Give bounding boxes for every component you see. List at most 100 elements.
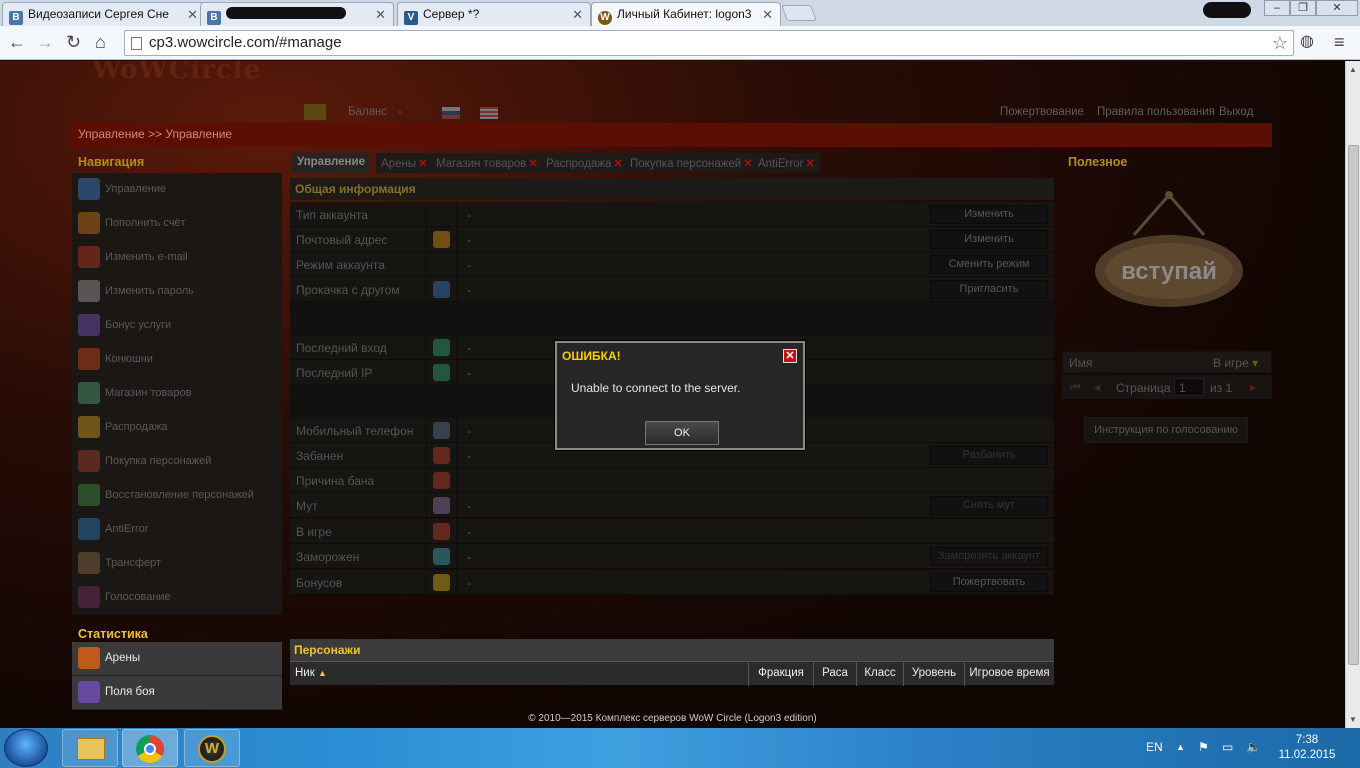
close-icon[interactable]: ✕ bbox=[805, 158, 815, 170]
close-icon[interactable]: ✕ bbox=[762, 7, 773, 23]
col-faction[interactable]: Фракция bbox=[748, 662, 813, 686]
first-page-icon[interactable]: ⏮ bbox=[1070, 380, 1081, 395]
col-level[interactable]: Уровень bbox=[903, 662, 964, 686]
next-page-icon[interactable]: ▸ bbox=[1250, 380, 1256, 394]
explorer-taskbar-button[interactable] bbox=[62, 729, 118, 767]
extension-icon[interactable]: ◍ bbox=[1300, 32, 1314, 52]
info-action-button[interactable]: Изменить bbox=[930, 205, 1048, 224]
statistics-panel: Статистика Арены Поля боя bbox=[72, 626, 282, 712]
start-button[interactable] bbox=[4, 729, 48, 767]
chrome-taskbar-button[interactable] bbox=[122, 729, 178, 767]
sidebar-item[interactable]: Изменить пароль bbox=[72, 275, 282, 309]
maximize-button[interactable]: ❐ bbox=[1290, 0, 1316, 16]
address-bar[interactable]: cp3.wowcircle.com/#manage ☆ bbox=[124, 30, 1294, 56]
russian-flag-icon[interactable] bbox=[442, 107, 460, 119]
us-flag-icon[interactable] bbox=[480, 107, 498, 119]
menu-icon[interactable]: ≡ bbox=[1334, 32, 1345, 52]
browser-tab-active[interactable]: W Личный Кабинет: logon3 ✕ bbox=[591, 2, 781, 26]
col-nick[interactable]: Ник ▲ bbox=[290, 662, 748, 686]
close-icon[interactable]: ✕ bbox=[572, 7, 583, 23]
browser-tab[interactable]: B ✕ bbox=[200, 2, 394, 26]
scroll-up-icon[interactable]: ▲ bbox=[1349, 65, 1357, 74]
info-action-button[interactable]: Разбанить bbox=[930, 446, 1048, 465]
stats-item-battlegrounds[interactable]: Поля боя bbox=[72, 676, 282, 710]
sidebar-item[interactable]: Изменить e-mail bbox=[72, 241, 282, 275]
scroll-down-icon[interactable]: ▼ bbox=[1349, 715, 1357, 724]
sidebar-item[interactable]: Распродажа bbox=[72, 411, 282, 445]
stats-item-arenas[interactable]: Арены bbox=[72, 642, 282, 676]
window-close-button[interactable]: ✕ bbox=[1316, 0, 1358, 16]
rules-link[interactable]: Правила пользования bbox=[1097, 106, 1215, 118]
tab-buy-characters[interactable]: Покупка персонажей ✕ bbox=[625, 153, 758, 173]
info-action-button[interactable]: Изменить bbox=[930, 230, 1048, 249]
bookmark-star-icon[interactable]: ☆ bbox=[1272, 31, 1288, 55]
action-center-flag-icon[interactable]: ⚑ bbox=[1198, 740, 1209, 754]
menu-item-icon bbox=[78, 178, 100, 200]
network-icon[interactable]: ▭ bbox=[1222, 740, 1233, 754]
tab-arenas[interactable]: Арены ✕ bbox=[376, 153, 433, 173]
name-search[interactable]: Имя В игре ▾ bbox=[1062, 351, 1272, 373]
system-clock[interactable]: 7:38 11.02.2015 bbox=[1274, 733, 1340, 763]
donate-link[interactable]: Пожертвование bbox=[1000, 106, 1084, 118]
info-icon-cell bbox=[426, 202, 457, 227]
sidebar-item[interactable]: Бонус услуги bbox=[72, 309, 282, 343]
prev-page-icon[interactable]: ◂ bbox=[1094, 380, 1100, 394]
col-play-time[interactable]: Игровое время bbox=[964, 662, 1054, 686]
info-icon-cell bbox=[426, 493, 457, 518]
sidebar-item[interactable]: Трансферт bbox=[72, 547, 282, 581]
menu-item-label: Изменить пароль bbox=[105, 285, 194, 297]
show-hidden-icons-icon[interactable]: ▲ bbox=[1176, 742, 1185, 752]
logout-link[interactable]: Выход bbox=[1219, 106, 1253, 118]
col-class[interactable]: Класс bbox=[856, 662, 903, 686]
sign-text: вступай bbox=[1121, 258, 1217, 285]
info-action-button[interactable]: Сменить режим bbox=[930, 255, 1048, 274]
info-action-button[interactable]: Заморозить аккаунт bbox=[930, 547, 1048, 566]
close-icon[interactable]: ✕ bbox=[613, 158, 623, 170]
page-input[interactable]: 1 bbox=[1174, 378, 1204, 396]
profile-avatar-redacted[interactable] bbox=[1203, 2, 1251, 18]
home-icon[interactable]: ⌂ bbox=[95, 32, 106, 52]
sidebar-item[interactable]: AntiError bbox=[72, 513, 282, 547]
sidebar-item[interactable]: Восстановление персонажей bbox=[72, 479, 282, 513]
sidebar-item[interactable]: Магазин товаров bbox=[72, 377, 282, 411]
minimize-button[interactable]: – bbox=[1264, 0, 1290, 16]
browser-tab[interactable]: B Видеозаписи Сергея Сне ✕ bbox=[2, 2, 206, 26]
close-icon[interactable]: ✕ bbox=[783, 349, 797, 363]
volume-icon[interactable]: 🔈 bbox=[1246, 740, 1261, 754]
status-select[interactable]: В игре ▾ bbox=[1213, 356, 1258, 370]
vote-instructions-button[interactable]: Инструкция по голосованию bbox=[1084, 417, 1248, 443]
ok-button[interactable]: OK bbox=[645, 421, 719, 445]
close-icon[interactable]: ✕ bbox=[187, 7, 198, 23]
back-icon[interactable]: ← bbox=[8, 32, 26, 52]
tab-manage[interactable]: Управление bbox=[292, 153, 370, 173]
tab-sale[interactable]: Распродажа ✕ bbox=[541, 153, 629, 173]
reload-icon[interactable]: ↻ bbox=[66, 32, 81, 52]
sort-asc-icon: ▲ bbox=[317, 668, 327, 678]
close-icon[interactable]: ✕ bbox=[528, 158, 538, 170]
browser-tab[interactable]: V Сервер *? ✕ bbox=[397, 2, 591, 26]
col-race[interactable]: Раса bbox=[813, 662, 856, 686]
sidebar-item[interactable]: Голосование bbox=[72, 581, 282, 615]
close-icon[interactable]: ✕ bbox=[418, 158, 428, 170]
close-icon[interactable]: ✕ bbox=[743, 158, 753, 170]
tab-shop[interactable]: Магазин товаров ✕ bbox=[431, 153, 544, 173]
page-scrollbar[interactable]: ▲ ▼ bbox=[1345, 61, 1360, 728]
sidebar-item[interactable]: Конюшни bbox=[72, 343, 282, 377]
language-indicator[interactable]: EN bbox=[1146, 740, 1163, 754]
wow-taskbar-button[interactable]: W bbox=[184, 729, 240, 767]
forward-icon[interactable]: → bbox=[36, 32, 54, 52]
breadcrumb: Управление >> Управление bbox=[72, 123, 1272, 147]
info-action-button[interactable]: Пожертвовать bbox=[930, 573, 1048, 592]
join-vk-sign[interactable]: вступай bbox=[1094, 191, 1244, 309]
info-action-button[interactable]: Пригласить bbox=[930, 280, 1048, 299]
sidebar-item[interactable]: Пополнить счёт bbox=[72, 207, 282, 241]
sidebar-item[interactable]: Покупка персонажей bbox=[72, 445, 282, 479]
menu-item-label: Голосование bbox=[105, 591, 171, 603]
sidebar-item[interactable]: Управление bbox=[72, 173, 282, 207]
scrollbar-thumb[interactable] bbox=[1348, 145, 1359, 665]
info-action-button[interactable]: Снять мут bbox=[930, 496, 1048, 515]
info-value: - bbox=[467, 341, 471, 355]
close-icon[interactable]: ✕ bbox=[375, 7, 386, 23]
tab-antierror[interactable]: AntiError ✕ bbox=[753, 153, 821, 173]
new-tab-button[interactable] bbox=[781, 5, 817, 21]
